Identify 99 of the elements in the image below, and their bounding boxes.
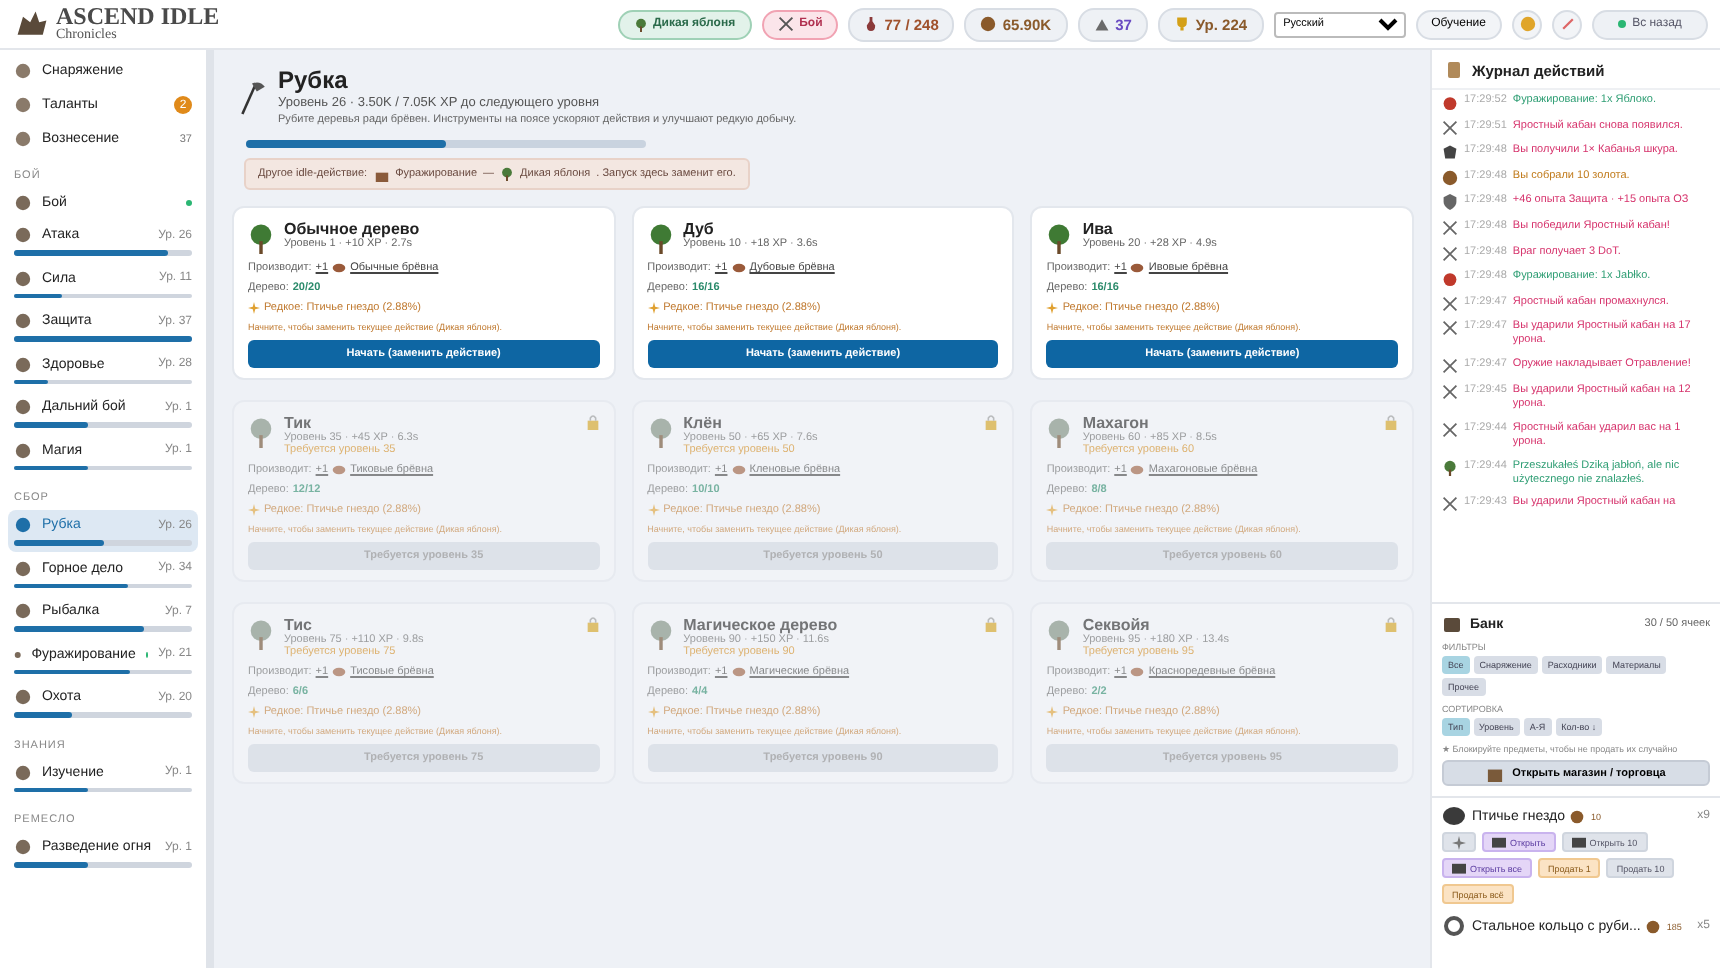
- chest-icon: [1486, 765, 1505, 781]
- sparkle-icon: [1046, 302, 1059, 315]
- lock-icon: [984, 414, 999, 431]
- tree-name: Тис: [284, 616, 312, 635]
- tree-name: Клён: [683, 414, 722, 433]
- tree-icon: [248, 418, 274, 449]
- lock-icon: [585, 616, 600, 633]
- tree-icon: [633, 17, 648, 31]
- coin-icon: [1646, 919, 1661, 933]
- log-icon: [1130, 464, 1145, 477]
- sparkle-icon: [1046, 706, 1059, 719]
- lock-icon: [585, 414, 600, 431]
- circle-icon: [14, 194, 32, 212]
- tree-name: Ива: [1082, 220, 1113, 239]
- trophy-icon: [1173, 16, 1190, 32]
- apple-icon: [1442, 270, 1458, 287]
- tree-name: Секвойя: [1082, 616, 1150, 635]
- potion-icon: [864, 16, 879, 32]
- tree-icon: [248, 620, 274, 651]
- tree-name: Обычное дерево: [284, 220, 422, 239]
- chest-icon: [1492, 836, 1506, 848]
- log-icon: [332, 666, 347, 679]
- axe-icon: [236, 77, 268, 118]
- tree-name: Дуб: [683, 220, 714, 239]
- circle-icon: [14, 516, 32, 534]
- coin-icon: [1570, 809, 1585, 823]
- crossed-swords-icon: [1442, 219, 1458, 236]
- sparkle-icon: [248, 504, 260, 517]
- circle-icon: [14, 602, 32, 620]
- chest-icon: [1452, 862, 1466, 874]
- crossed-swords-icon: [1442, 496, 1458, 513]
- crossed-swords-icon: [1442, 295, 1458, 312]
- lock-icon: [1384, 616, 1398, 633]
- basket-icon: [373, 167, 390, 182]
- skill-title: Рубка: [278, 66, 350, 94]
- tree-icon: [248, 224, 274, 255]
- circle-icon: [14, 96, 32, 114]
- circle-icon: [14, 398, 32, 416]
- crossed-swords-icon: [1442, 383, 1458, 400]
- log-icon: [332, 262, 347, 275]
- log-icon: [731, 262, 746, 275]
- chest-icon: [1442, 614, 1462, 634]
- slash-icon: [1559, 16, 1575, 32]
- apple-icon: [1442, 94, 1458, 110]
- tree-icon: [647, 418, 674, 449]
- log-icon: [332, 464, 347, 477]
- tree-icon: [1046, 418, 1073, 449]
- sparkle-icon: [248, 706, 260, 719]
- circle-icon: [14, 130, 32, 148]
- tree-icon: [1046, 224, 1073, 255]
- crossed-swords-icon: [1442, 320, 1458, 337]
- nest-icon: [1442, 806, 1466, 826]
- circle-icon: [14, 838, 32, 856]
- tree-icon: [1442, 459, 1458, 476]
- crossed-swords-icon: [1442, 119, 1458, 136]
- crossed-swords-icon: [777, 16, 794, 32]
- shield-icon: [1442, 194, 1458, 211]
- chest-icon: [1571, 836, 1586, 848]
- coin-icon: [980, 16, 997, 32]
- sparkle-icon: [248, 302, 260, 315]
- sparkle-icon: [647, 504, 660, 517]
- log-icon: [731, 464, 746, 477]
- lock-icon: [1384, 414, 1398, 431]
- log-icon: [731, 666, 746, 679]
- tree-icon: [1046, 620, 1073, 651]
- tree-icon: [647, 224, 674, 255]
- circle-icon: [14, 559, 32, 577]
- circle-icon: [14, 62, 32, 80]
- circle-icon: [14, 355, 32, 373]
- circle-icon: [14, 226, 32, 244]
- coin-icon: [1442, 169, 1458, 186]
- lock-icon: [984, 616, 999, 633]
- triangle-icon: [1093, 16, 1110, 32]
- sparkle-icon: [647, 706, 660, 719]
- crossed-swords-icon: [1442, 421, 1458, 438]
- tree-icon: [500, 166, 515, 183]
- circle-icon: [14, 312, 32, 330]
- crossed-swords-icon: [1442, 358, 1458, 375]
- circle-icon: [14, 269, 32, 287]
- sparkle-icon: [647, 302, 660, 315]
- tree-name: Магическое дерево: [683, 616, 840, 635]
- star-icon: [1452, 835, 1466, 849]
- logo-title: ASCEND IDLE: [56, 6, 220, 29]
- log-icon: [1130, 666, 1145, 679]
- circle-icon: [14, 763, 32, 781]
- circle-icon: [14, 688, 32, 706]
- crossed-swords-icon: [1442, 245, 1458, 262]
- ring-icon: [1442, 916, 1466, 936]
- scroll-icon: [1444, 60, 1464, 80]
- log-icon: [1130, 262, 1145, 275]
- coin-icon: [1519, 16, 1535, 32]
- circle-icon: [14, 441, 32, 459]
- wrench-button[interactable]: [1552, 9, 1582, 39]
- tree-icon: [647, 620, 674, 651]
- tree-name: Тик: [284, 414, 312, 433]
- sparkle-icon: [1046, 504, 1059, 517]
- coin-button[interactable]: [1512, 9, 1542, 39]
- tree-name: Махагон: [1082, 414, 1150, 433]
- lock-button[interactable]: [1442, 832, 1476, 852]
